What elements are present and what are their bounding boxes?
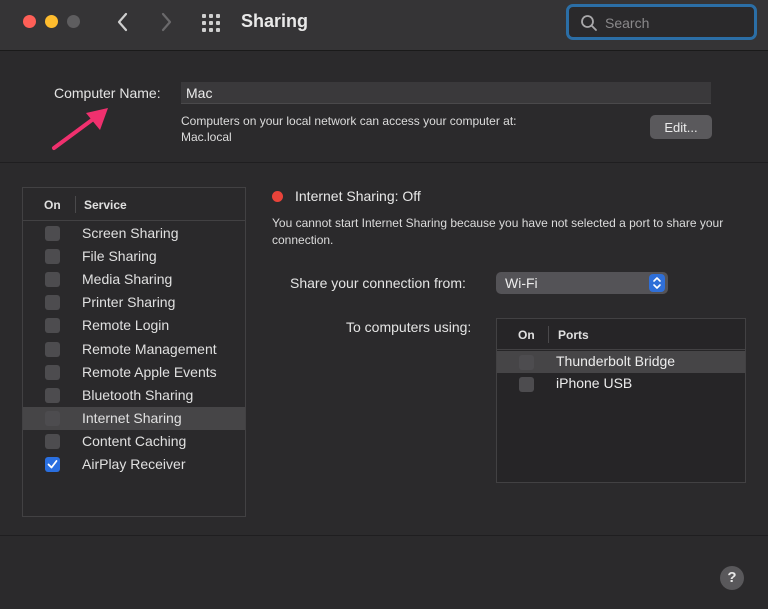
network-access-line: Computers on your local network can acce… [181, 114, 517, 128]
show-all-button[interactable] [201, 12, 223, 34]
service-label: Internet Sharing [82, 409, 182, 426]
service-label: File Sharing [82, 248, 157, 265]
service-label: AirPlay Receiver [82, 456, 186, 472]
service-checkbox[interactable] [45, 341, 60, 357]
service-list: On Service Screen Sharing File Sharing Med… [22, 187, 246, 517]
service-checkbox[interactable] [45, 249, 60, 265]
service-row[interactable]: Screen Sharing [23, 222, 245, 245]
share-from-label: Share your connection from: [290, 275, 466, 291]
chevron-left-icon [117, 12, 128, 32]
help-button[interactable]: ? [720, 566, 744, 590]
service-checkbox[interactable] [45, 387, 60, 403]
search-input[interactable] [605, 13, 745, 33]
minimize-window-button[interactable] [45, 15, 58, 28]
port-checkbox[interactable] [519, 355, 534, 370]
search-field[interactable] [566, 4, 757, 40]
edit-button[interactable]: Edit... [650, 115, 712, 139]
share-from-value: Wi-Fi [505, 275, 538, 291]
local-hostname: Mac.local [181, 130, 232, 144]
service-checkbox[interactable] [45, 226, 60, 241]
service-checkbox[interactable] [45, 457, 60, 472]
forward-button[interactable] [155, 9, 177, 35]
service-list-header: On Service [23, 188, 245, 221]
column-separator [548, 326, 549, 343]
up-down-chevron-icon [653, 277, 661, 289]
service-checkbox[interactable] [45, 272, 60, 288]
ports-list-header: On Ports [497, 319, 745, 350]
service-label: Printer Sharing [82, 294, 176, 311]
port-checkbox[interactable] [519, 377, 534, 392]
sharing-status: Internet Sharing: Off [295, 188, 421, 204]
window-title: Sharing [241, 11, 309, 31]
back-button[interactable] [112, 9, 134, 35]
service-label: Bluetooth Sharing [82, 386, 194, 403]
popup-stepper [649, 274, 665, 292]
service-checkbox[interactable] [45, 410, 60, 426]
port-label: Thunderbolt Bridge [556, 353, 676, 369]
chevron-right-icon [161, 12, 172, 32]
service-row[interactable]: Media Sharing [23, 268, 245, 291]
checkmark-icon [47, 460, 58, 469]
service-row[interactable]: Content Caching [23, 430, 245, 453]
column-separator [75, 196, 76, 213]
divider [0, 162, 768, 163]
zoom-window-button[interactable] [67, 15, 80, 28]
to-computers-label: To computers using: [346, 319, 472, 335]
service-checkbox[interactable] [45, 433, 60, 449]
grid-icon [202, 14, 220, 32]
service-row[interactable]: Remote Login [23, 314, 245, 337]
computer-name-label: Computer Name: [54, 85, 161, 101]
service-label: Media Sharing [82, 271, 173, 288]
service-label: Remote Apple Events [82, 363, 217, 380]
port-label: iPhone USB [556, 375, 633, 391]
search-icon [581, 15, 597, 31]
service-row[interactable]: Remote Apple Events [23, 361, 245, 384]
port-row[interactable]: Thunderbolt Bridge [497, 351, 745, 373]
ports-list: On Ports Thunderbolt Bridge iPhone USB [496, 318, 746, 483]
service-label: Remote Login [82, 317, 170, 334]
port-row[interactable]: iPhone USB [497, 373, 745, 395]
service-row[interactable]: Remote Management [23, 338, 245, 361]
service-label: Screen Sharing [82, 225, 179, 241]
status-indicator [272, 191, 283, 202]
service-checkbox[interactable] [45, 364, 60, 380]
network-access-text: Computers on your local network can acce… [181, 113, 601, 145]
column-header-service[interactable]: Service [84, 198, 127, 212]
title-bar: Sharing [0, 0, 768, 51]
annotation-arrow-icon [52, 108, 108, 150]
divider [0, 535, 768, 536]
status-description: You cannot start Internet Sharing becaus… [272, 216, 724, 247]
service-row[interactable]: AirPlay Receiver [23, 453, 245, 476]
service-label: Remote Management [82, 340, 217, 357]
service-row[interactable]: Printer Sharing [23, 291, 245, 314]
service-checkbox[interactable] [45, 295, 60, 311]
service-label: Content Caching [82, 432, 187, 449]
service-row[interactable]: File Sharing [23, 245, 245, 268]
service-checkbox[interactable] [45, 318, 60, 334]
service-row[interactable]: Internet Sharing [23, 406, 245, 430]
close-window-button[interactable] [23, 15, 36, 28]
column-header-on[interactable]: On [518, 328, 535, 342]
column-header-on[interactable]: On [44, 198, 61, 212]
computer-name-field[interactable]: Mac [181, 82, 711, 104]
service-row[interactable]: Bluetooth Sharing [23, 384, 245, 407]
column-header-ports[interactable]: Ports [558, 328, 589, 342]
share-from-popup[interactable]: Wi-Fi [496, 272, 668, 294]
